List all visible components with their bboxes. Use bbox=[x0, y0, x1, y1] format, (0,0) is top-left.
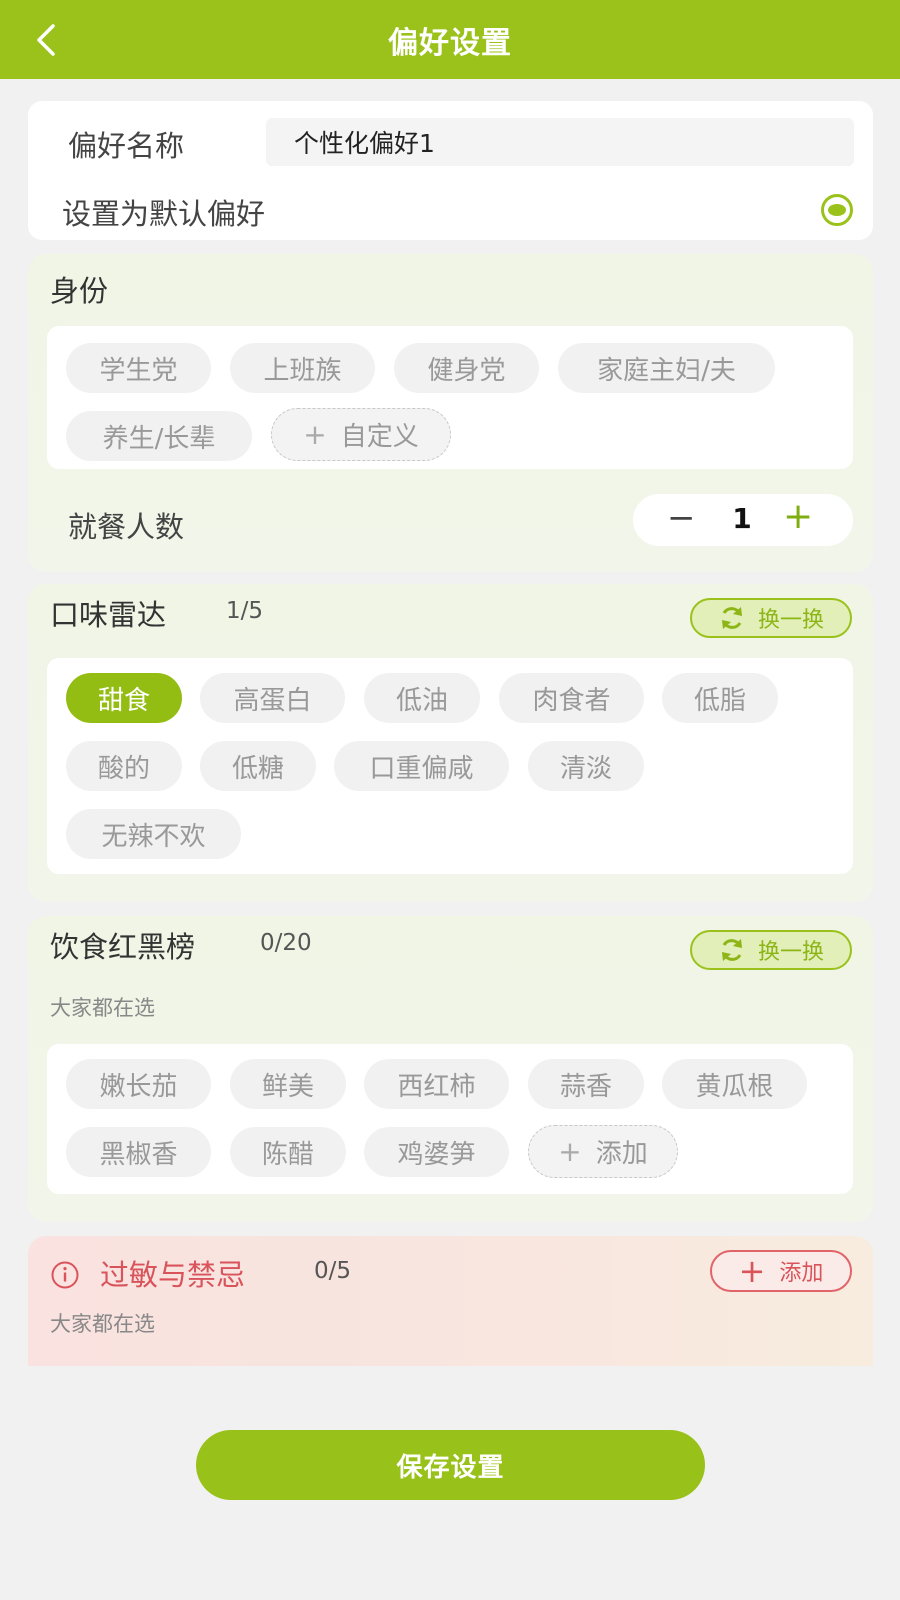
taste-tag-selected[interactable]: 甜食 bbox=[66, 673, 182, 723]
taste-tag[interactable]: 低油 bbox=[364, 673, 480, 723]
taste-tag[interactable]: 高蛋白 bbox=[200, 673, 345, 723]
plus-button[interactable]: + bbox=[783, 496, 813, 537]
diet-tag[interactable]: 蒜香 bbox=[528, 1059, 644, 1109]
taste-tag[interactable]: 无辣不欢 bbox=[66, 809, 241, 859]
plus-icon: + bbox=[738, 1252, 766, 1290]
allergy-title: 过敏与禁忌 bbox=[100, 1258, 246, 1292]
identity-tag[interactable]: 学生党 bbox=[66, 343, 211, 393]
diet-tag[interactable]: 嫩长茄 bbox=[66, 1059, 211, 1109]
identity-tag[interactable]: 家庭主妇/夫 bbox=[558, 343, 775, 393]
taste-swap-button[interactable]: 换一换 bbox=[690, 598, 852, 638]
taste-tag[interactable]: 酸的 bbox=[66, 741, 182, 791]
identity-tag-box: 学生党 上班族 健身党 家庭主妇/夫 养生/长辈 + 自定义 bbox=[47, 326, 853, 469]
taste-tag[interactable]: 低脂 bbox=[662, 673, 778, 723]
taste-tag-box: 甜食 高蛋白 低油 肉食者 低脂 酸的 低糖 口重偏咸 清淡 无辣不欢 bbox=[47, 658, 853, 874]
refresh-icon bbox=[721, 939, 742, 961]
taste-count: 1/5 bbox=[226, 598, 264, 624]
basic-info-card: 偏好名称 设置为默认偏好 bbox=[28, 101, 873, 240]
identity-tag[interactable]: 健身党 bbox=[394, 343, 539, 393]
swap-label: 换一换 bbox=[757, 608, 824, 633]
diet-tag[interactable]: 陈醋 bbox=[230, 1127, 346, 1177]
diet-tag[interactable]: 西红柿 bbox=[364, 1059, 509, 1109]
plus-icon: + bbox=[303, 418, 327, 451]
set-default-label: 设置为默认偏好 bbox=[62, 197, 266, 231]
diet-title: 饮食红黑榜 bbox=[50, 930, 196, 964]
add-label: 添加 bbox=[779, 1261, 824, 1286]
info-icon bbox=[51, 1261, 79, 1289]
diet-tag[interactable]: 鲜美 bbox=[230, 1059, 346, 1109]
diners-label: 就餐人数 bbox=[68, 510, 185, 544]
identity-section: 身份 学生党 上班族 健身党 家庭主妇/夫 养生/长辈 + 自定义 就餐人数 −… bbox=[28, 254, 873, 572]
set-default-radio[interactable] bbox=[821, 194, 853, 226]
diet-tag[interactable]: 黄瓜根 bbox=[662, 1059, 807, 1109]
diners-value: 1 bbox=[732, 502, 752, 535]
save-button[interactable]: 保存设置 bbox=[196, 1430, 705, 1500]
chevron-left-icon bbox=[37, 24, 55, 56]
minus-button[interactable]: − bbox=[667, 498, 696, 538]
identity-tag[interactable]: 上班族 bbox=[230, 343, 375, 393]
allergy-section: 过敏与禁忌 0/5 + 添加 大家都在选 bbox=[28, 1236, 873, 1366]
taste-tag[interactable]: 低糖 bbox=[200, 741, 316, 791]
add-allergy-button[interactable]: + 添加 bbox=[710, 1250, 852, 1292]
add-label: 添加 bbox=[595, 1139, 648, 1169]
taste-tag[interactable]: 清淡 bbox=[528, 741, 644, 791]
back-button[interactable] bbox=[28, 20, 64, 60]
swap-label: 换一换 bbox=[757, 940, 824, 965]
preference-name-input[interactable] bbox=[266, 118, 854, 166]
preference-name-label: 偏好名称 bbox=[68, 129, 185, 163]
taste-section: 口味雷达 1/5 换一换 甜食 高蛋白 低油 肉食者 低脂 酸的 低糖 口重偏咸… bbox=[28, 584, 873, 902]
diet-tag[interactable]: 黑椒香 bbox=[66, 1127, 211, 1177]
diet-tag-box: 嫩长茄 鲜美 西红柿 蒜香 黄瓜根 黑椒香 陈醋 鸡婆笋 + 添加 bbox=[47, 1044, 853, 1194]
page-title: 偏好设置 bbox=[388, 25, 512, 61]
identity-title: 身份 bbox=[50, 274, 109, 308]
radio-dot-icon bbox=[828, 204, 846, 216]
diet-list-section: 饮食红黑榜 0/20 换一换 大家都在选 嫩长茄 鲜美 西红柿 蒜香 黄瓜根 黑… bbox=[28, 916, 873, 1222]
diet-subtitle: 大家都在选 bbox=[50, 996, 155, 1020]
add-diet-button[interactable]: + 添加 bbox=[528, 1125, 678, 1178]
diet-swap-button[interactable]: 换一换 bbox=[690, 930, 852, 970]
plus-icon: + bbox=[558, 1135, 582, 1168]
top-bar: 偏好设置 bbox=[0, 0, 900, 79]
taste-tag[interactable]: 肉食者 bbox=[499, 673, 644, 723]
taste-tag[interactable]: 口重偏咸 bbox=[334, 741, 509, 791]
custom-identity-button[interactable]: + 自定义 bbox=[271, 408, 451, 461]
allergy-count: 0/5 bbox=[314, 1258, 352, 1284]
identity-tag[interactable]: 养生/长辈 bbox=[66, 411, 252, 461]
refresh-icon bbox=[721, 607, 742, 629]
taste-title: 口味雷达 bbox=[50, 598, 167, 632]
allergy-subtitle: 大家都在选 bbox=[50, 1312, 155, 1336]
diners-stepper: − 1 + bbox=[633, 494, 853, 546]
diet-tag[interactable]: 鸡婆笋 bbox=[364, 1127, 509, 1177]
diet-count: 0/20 bbox=[260, 930, 312, 956]
custom-label: 自定义 bbox=[340, 422, 419, 452]
